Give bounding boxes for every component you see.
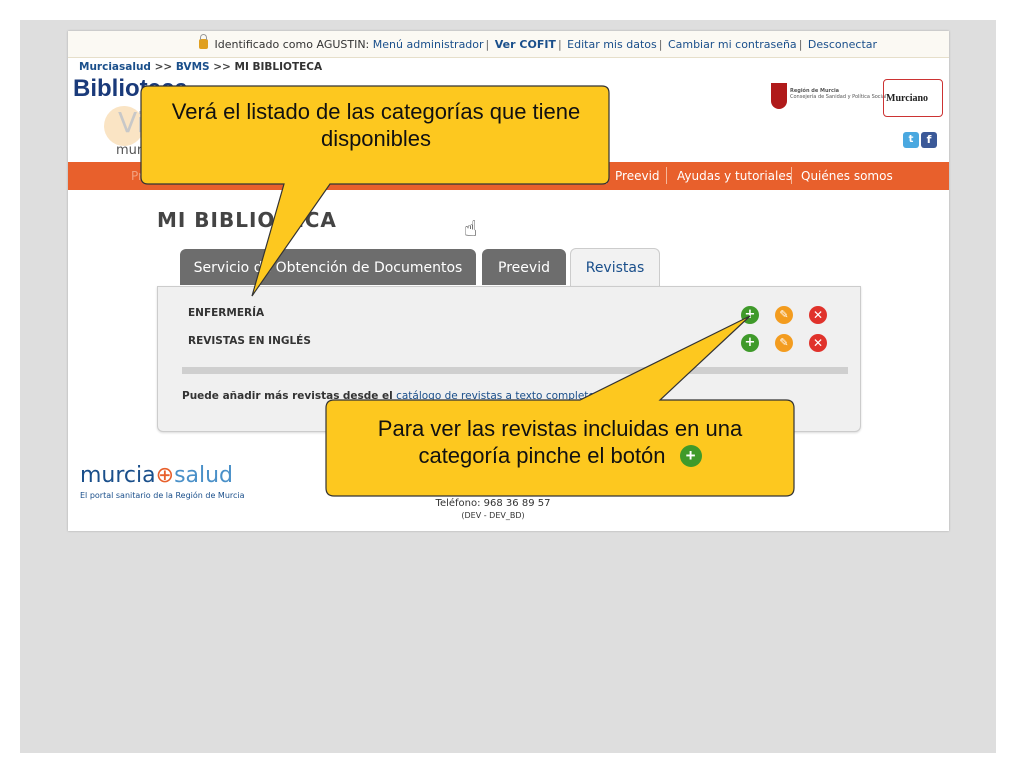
add-icon[interactable]: + bbox=[741, 334, 759, 352]
add-icon[interactable]: + bbox=[741, 306, 759, 324]
region-logo-text: Región de Murcia Consejería de Sanidad y… bbox=[790, 88, 887, 100]
change-password-link[interactable]: Cambiar mi contraseña bbox=[668, 38, 797, 51]
ver-cofit-link[interactable]: Ver COFIT bbox=[495, 38, 556, 51]
footer-phone: Teléfono: 968 36 89 57 bbox=[435, 498, 551, 509]
breadcrumb-bvms[interactable]: BVMS bbox=[176, 61, 210, 73]
footer-address: (c) Consejería de Sanidad y Política Soc… bbox=[337, 468, 649, 492]
user-bar: Identificado como AGUSTIN: Menú administ… bbox=[68, 31, 949, 58]
nav-principal[interactable]: Principal bbox=[131, 169, 182, 183]
region-crest-icon bbox=[771, 83, 787, 109]
delete-icon[interactable]: ✕ bbox=[809, 334, 827, 352]
identified-text: Identificado como AGUSTIN: bbox=[214, 38, 370, 51]
tab-revistas[interactable]: Revistas bbox=[570, 248, 660, 287]
breadcrumb: Murciasalud >> BVMS >> MI BIBLIOTECA bbox=[79, 61, 323, 73]
lock-icon bbox=[199, 34, 208, 49]
page-title: MI BIBLIOTECA bbox=[157, 208, 337, 232]
footer-tagline: El portal sanitario de la Región de Murc… bbox=[80, 491, 245, 500]
edit-data-link[interactable]: Editar mis datos bbox=[567, 38, 657, 51]
footer-dev: (DEV - DEV_BD) bbox=[461, 511, 525, 520]
facebook-icon[interactable]: f bbox=[921, 132, 937, 148]
breadcrumb-home[interactable]: Murciasalud bbox=[79, 61, 151, 73]
breadcrumb-current: MI BIBLIOTECA bbox=[234, 61, 323, 73]
callout-bottom-text: Para ver las revistas incluidas en una c… bbox=[377, 416, 743, 468]
nav-my-library[interactable]: Mi biblioteca bbox=[523, 169, 599, 183]
hand-cursor-icon: ☝ bbox=[464, 217, 478, 242]
logout-link[interactable]: Desconectar bbox=[808, 38, 877, 51]
nav-help[interactable]: Ayudas y tutoriales bbox=[677, 169, 792, 183]
edit-icon[interactable]: ✎ bbox=[775, 334, 793, 352]
nav-preevid[interactable]: Preevid bbox=[615, 169, 660, 183]
sms-logo-text: Murciano bbox=[886, 93, 929, 104]
main-nav: Principal Todos los recursos (A/Z) Obten… bbox=[68, 162, 949, 190]
tab-preevid[interactable]: Preevid bbox=[482, 249, 566, 285]
nav-about[interactable]: Quiénes somos bbox=[801, 169, 893, 183]
edit-icon[interactable]: ✎ bbox=[775, 306, 793, 324]
catalog-link[interactable]: catálogo de revistas a texto completo bbox=[396, 390, 595, 402]
category-row-label: REVISTAS EN INGLÉS bbox=[188, 335, 311, 347]
add-icon: + bbox=[679, 445, 702, 467]
tab-document-service[interactable]: Servicio de Obtención de Documentos bbox=[180, 249, 476, 285]
nav-document-delivery[interactable]: Obtención de documentos bbox=[362, 169, 520, 183]
divider bbox=[182, 367, 848, 374]
twitter-icon[interactable]: t bbox=[903, 132, 919, 148]
add-more-note: Puede añadir más revistas desde el catál… bbox=[182, 390, 595, 402]
categories-panel: ENFERMERÍA + ✎ ✕ REVISTAS EN INGLÉS + ✎ … bbox=[157, 286, 861, 432]
nav-all-resources[interactable]: Todos los recursos (A/Z) bbox=[223, 169, 366, 183]
admin-menu-link[interactable]: Menú administrador bbox=[373, 38, 484, 51]
callout-top-text: Verá el listado de las categorías que ti… bbox=[171, 99, 581, 151]
category-row-label: ENFERMERÍA bbox=[188, 307, 265, 319]
footer-logo[interactable]: murcia⊕salud bbox=[80, 463, 233, 488]
delete-icon[interactable]: ✕ bbox=[809, 306, 827, 324]
